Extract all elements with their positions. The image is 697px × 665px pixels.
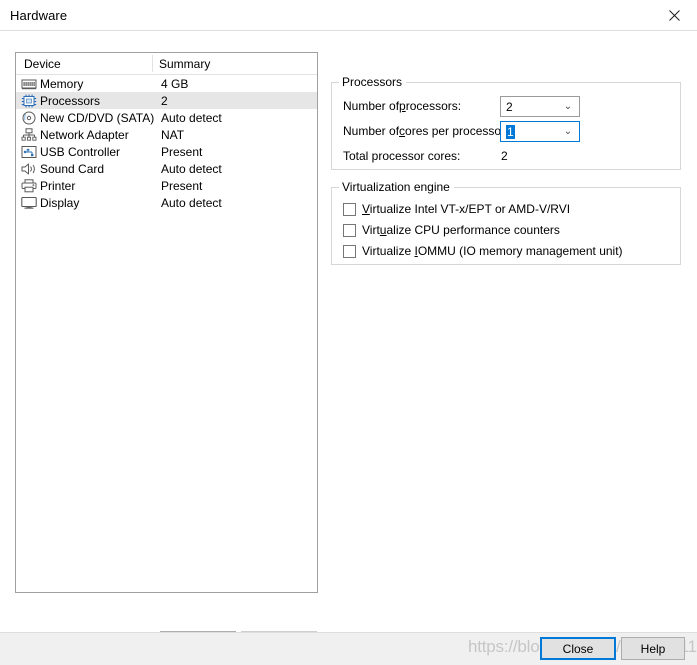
checkbox-icon[interactable]	[343, 245, 356, 258]
checkbox-icon[interactable]	[343, 203, 356, 216]
title-bar: Hardware	[0, 0, 697, 30]
device-row-network-adapter[interactable]: Network Adapter NAT	[16, 126, 317, 143]
device-name-cell: Processors	[16, 94, 160, 108]
device-name-cell: New CD/DVD (SATA)	[16, 111, 160, 125]
chevron-down-icon: ⌄	[557, 101, 579, 112]
virtualization-option-label: Virtualize CPU performance counters	[362, 223, 560, 237]
processors-group-title: Processors	[339, 75, 406, 89]
label-post: irtualize Intel VT-x/EPT or AMD-V/RVI	[370, 202, 570, 216]
label-post: OMMU (IO memory management unit)	[418, 244, 623, 258]
dialog-body: Device Summary Memory4 GBProcessors2New …	[0, 30, 697, 632]
device-summary-cell: 2	[160, 94, 168, 108]
num-processors-value: 2	[501, 100, 557, 114]
usb-icon	[21, 145, 37, 159]
num-cores-label-post: ores per processor:	[405, 124, 508, 138]
device-rows-container: Memory 4 GB Processors 2 New CD/DVD (SATA) Au…	[16, 75, 317, 211]
num-processors-label-accel: p	[399, 99, 406, 113]
device-summary-cell: Auto detect	[160, 196, 222, 210]
checkbox-icon[interactable]	[343, 224, 356, 237]
sound-card-icon	[21, 162, 37, 176]
device-row-usb-controller[interactable]: USB Controller Present	[16, 143, 317, 160]
device-name-cell: Memory	[16, 77, 160, 91]
processor-icon	[21, 94, 37, 108]
total-cores-value: 2	[501, 149, 508, 163]
num-cores-label: Number of cores per processor:	[343, 124, 508, 138]
device-label: New CD/DVD (SATA)	[40, 111, 154, 125]
close-icon[interactable]	[651, 0, 697, 30]
device-row-printer[interactable]: Printer Present	[16, 177, 317, 194]
virtualization-option-1[interactable]: Virtualize CPU performance counters	[343, 223, 560, 237]
header-column-divider	[152, 55, 153, 72]
display-icon	[21, 196, 37, 210]
label-pre: Virt	[362, 223, 380, 237]
device-row-display[interactable]: Display Auto detect	[16, 194, 317, 211]
device-name-cell: Display	[16, 196, 160, 210]
num-processors-combobox[interactable]: 2 ⌄	[500, 96, 580, 117]
device-summary-cell: Present	[160, 145, 202, 159]
label-post: alize CPU performance counters	[386, 223, 559, 237]
num-cores-label-pre: Number of	[343, 124, 399, 138]
label-pre: Virtualize	[362, 244, 414, 258]
printer-icon	[21, 179, 37, 193]
device-label: Memory	[40, 77, 83, 91]
num-processors-label: Number of processors:	[343, 99, 461, 113]
virtualization-option-2[interactable]: Virtualize IOMMU (IO memory management u…	[343, 244, 623, 258]
device-name-cell: Network Adapter	[16, 128, 160, 142]
virtualization-option-label: Virtualize IOMMU (IO memory management u…	[362, 244, 623, 258]
virtualization-option-label: Virtualize Intel VT-x/EPT or AMD-V/RVI	[362, 202, 570, 216]
close-button[interactable]: Close	[540, 637, 616, 660]
device-row-memory[interactable]: Memory 4 GB	[16, 75, 317, 92]
device-summary-cell: Auto detect	[160, 111, 222, 125]
virtualization-option-0[interactable]: Virtualize Intel VT-x/EPT or AMD-V/RVI	[343, 202, 570, 216]
device-label: Printer	[40, 179, 75, 193]
device-label: Processors	[40, 94, 100, 108]
network-icon	[21, 128, 37, 142]
device-name-cell: Sound Card	[16, 162, 160, 176]
device-summary-cell: 4 GB	[160, 77, 188, 91]
chevron-down-icon: ⌄	[557, 126, 579, 137]
device-name-cell: Printer	[16, 179, 160, 193]
virtualization-group-title: Virtualization engine	[339, 180, 454, 194]
help-button[interactable]: Help	[621, 637, 685, 660]
device-label: Sound Card	[40, 162, 104, 176]
device-name-cell: USB Controller	[16, 145, 160, 159]
device-label: USB Controller	[40, 145, 120, 159]
virtualization-groupbox: Virtualization engine Virtualize Intel V…	[331, 187, 681, 265]
device-list[interactable]: Device Summary Memory4 GBProcessors2New …	[15, 52, 318, 593]
device-list-header: Device Summary	[16, 53, 317, 75]
device-summary-cell: Auto detect	[160, 162, 222, 176]
device-summary-cell: NAT	[160, 128, 184, 142]
num-cores-value: 1	[506, 125, 515, 139]
column-header-summary[interactable]: Summary	[153, 57, 210, 71]
memory-icon	[21, 77, 37, 91]
cd-dvd-icon	[21, 111, 37, 125]
num-cores-combobox[interactable]: 1 ⌄	[500, 121, 580, 142]
device-row-sound-card[interactable]: Sound Card Auto detect	[16, 160, 317, 177]
close-glyph	[669, 10, 680, 21]
device-label: Network Adapter	[40, 128, 129, 142]
total-cores-label: Total processor cores:	[343, 149, 460, 163]
device-row-processors[interactable]: Processors 2	[16, 92, 317, 109]
device-row-new-cd-dvd-sata[interactable]: New CD/DVD (SATA) Auto detect	[16, 109, 317, 126]
window-title: Hardware	[0, 8, 67, 23]
num-processors-label-post: rocessors:	[406, 99, 461, 113]
label-accel: V	[362, 202, 370, 216]
column-header-device[interactable]: Device	[16, 57, 153, 71]
processors-groupbox: Processors Number of processors: 2 ⌄ Num…	[331, 82, 681, 170]
device-label: Display	[40, 196, 79, 210]
device-summary-cell: Present	[160, 179, 202, 193]
num-processors-label-pre: Number of	[343, 99, 399, 113]
